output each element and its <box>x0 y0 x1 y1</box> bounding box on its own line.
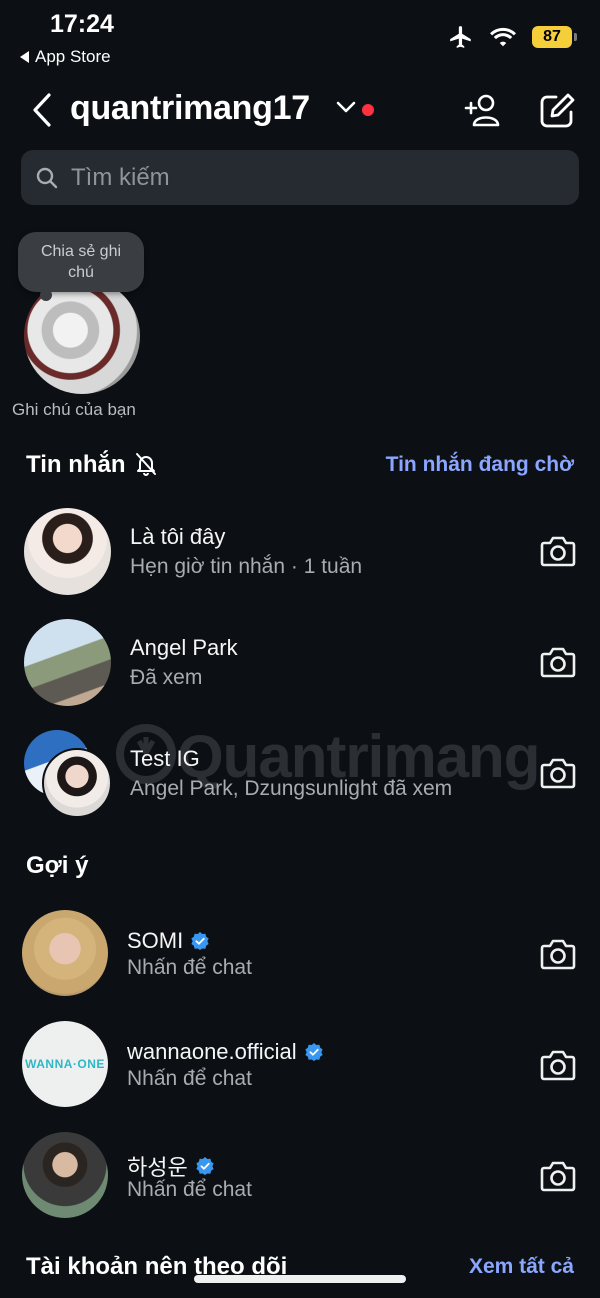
avatar: WANNA·ONE <box>22 1021 108 1107</box>
airplane-icon <box>450 26 471 48</box>
camera-icon[interactable] <box>540 534 576 568</box>
chevron-down-icon[interactable] <box>336 100 356 114</box>
suggestion-row[interactable]: SOMI Nhấn để chat <box>0 905 600 1005</box>
avatar <box>22 910 108 996</box>
verified-badge-icon <box>191 932 209 950</box>
compose-icon[interactable] <box>538 92 576 130</box>
camera-icon[interactable] <box>540 1048 576 1082</box>
messages-title: Tin nhắn <box>26 451 126 478</box>
back-triangle-icon <box>20 51 29 63</box>
avatar <box>22 1132 108 1218</box>
back-chevron-icon[interactable] <box>30 92 54 128</box>
status-icons: 87 <box>448 24 577 50</box>
camera-icon[interactable] <box>540 645 576 679</box>
status-time: 17:24 <box>50 10 114 38</box>
conversation-status: Đã xem <box>130 666 203 689</box>
camera-icon[interactable] <box>540 1159 576 1193</box>
suggestions-title: Gợi ý <box>26 852 89 879</box>
account-username[interactable]: quantrimang17 <box>70 89 310 128</box>
group-avatar-front <box>42 748 112 818</box>
search-input[interactable] <box>71 163 551 192</box>
back-app-label: App Store <box>35 47 111 66</box>
camera-icon[interactable] <box>540 937 576 971</box>
wifi-icon <box>490 27 516 47</box>
see-all-link[interactable]: Xem tất cả <box>469 1255 574 1279</box>
avatar <box>24 508 111 595</box>
notification-dot <box>362 104 374 116</box>
muted-bell-icon[interactable] <box>135 452 157 476</box>
conversation-name: Angel Park <box>130 635 238 660</box>
add-person-icon[interactable] <box>464 92 502 128</box>
search-icon <box>36 167 58 188</box>
conversation-row[interactable]: Là tôi đây Hẹn giờ tin nhắn · 1 tuần <box>0 502 600 602</box>
suggestion-name: SOMI <box>127 928 209 954</box>
suggestion-subtitle: Nhấn để chat <box>127 1067 252 1090</box>
battery-icon: 87 <box>532 26 577 48</box>
conversation-row[interactable]: Angel Park Đã xem <box>0 613 600 713</box>
conversation-name: Là tôi đây <box>130 524 226 549</box>
share-note-bubble[interactable]: Chia sẻ ghi chú <box>18 232 144 301</box>
suggestion-subtitle: Nhấn để chat <box>127 956 252 979</box>
conversation-status: Hẹn giờ tin nhắn · 1 tuần <box>130 555 363 578</box>
avatar <box>24 619 111 706</box>
suggestion-row[interactable]: WANNA·ONE wannaone.official Nhấn để chat <box>0 1016 600 1116</box>
suggestion-subtitle: Nhấn để chat <box>127 1178 252 1201</box>
suggestion-row[interactable]: 하성운 Nhấn để chat <box>0 1127 600 1227</box>
watermark: Quantrimang <box>115 722 540 791</box>
back-to-app-store[interactable]: App Store <box>20 47 111 67</box>
your-note-label: Ghi chú của bạn <box>12 400 136 419</box>
home-indicator[interactable] <box>194 1275 406 1283</box>
message-requests-link[interactable]: Tin nhắn đang chờ <box>386 453 574 477</box>
battery-level: 87 <box>543 28 561 45</box>
camera-icon[interactable] <box>540 756 576 790</box>
verified-badge-icon <box>304 1043 323 1061</box>
search-bar[interactable] <box>21 150 579 205</box>
watermark-logo-icon <box>116 724 176 784</box>
suggestion-name: wannaone.official <box>127 1039 323 1065</box>
verified-badge-icon <box>196 1157 214 1175</box>
